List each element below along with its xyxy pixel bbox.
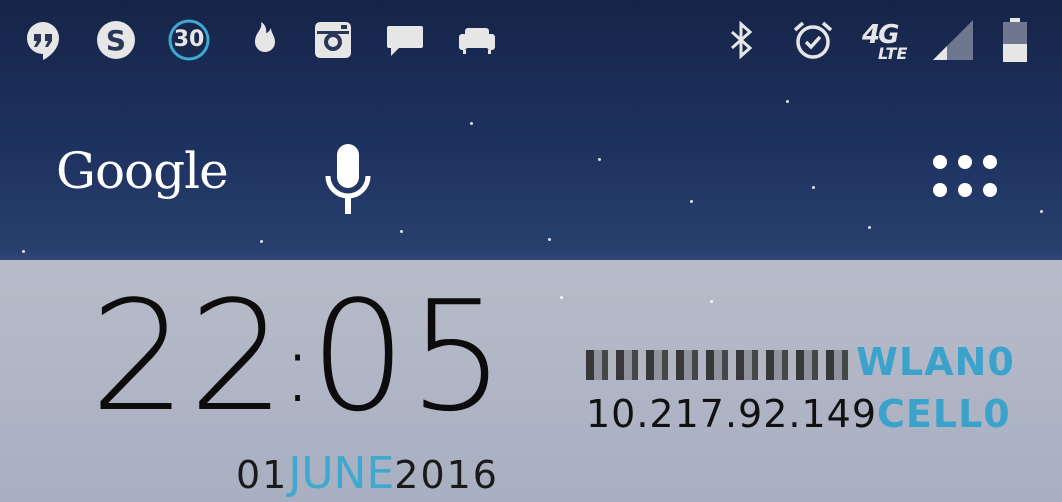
cell-ip: 10.217.92.149 — [586, 392, 878, 436]
instagram-icon — [308, 14, 358, 66]
skype-icon: S — [91, 14, 141, 66]
alarm-icon — [788, 14, 838, 66]
network-sub: LTE — [878, 44, 908, 63]
google-logo[interactable]: Google — [56, 142, 229, 200]
sofa-icon — [452, 14, 502, 66]
date-year: 2016 — [394, 453, 499, 497]
status-bar: S 30 4G LTE — [0, 0, 1062, 82]
date-month: JUNE — [288, 448, 395, 499]
redacted-wlan-ip — [586, 349, 856, 380]
wlan-row: WLAN0 — [586, 336, 1026, 388]
clock-hours: 22 — [90, 268, 288, 445]
svg-text:S: S — [106, 24, 126, 57]
microphone-icon[interactable] — [322, 142, 374, 224]
clock-minutes: 05 — [309, 268, 508, 445]
date-day: 01 — [236, 453, 289, 497]
star-on-panel — [560, 296, 563, 299]
bluetooth-icon — [716, 14, 766, 66]
star-on-panel — [710, 300, 713, 303]
cell-row: 10.217.92.149CELL0 — [586, 388, 1026, 440]
network-info-widget: WLAN0 10.217.92.149CELL0 — [586, 336, 1026, 440]
chat-icon — [380, 14, 430, 66]
tinder-icon — [236, 14, 286, 66]
4g-lte-icon: 4G LTE — [858, 14, 918, 66]
hangouts-icon — [18, 14, 68, 66]
google-search-bar[interactable]: Google — [0, 120, 1062, 230]
calendar-badge-number: 30 — [173, 27, 205, 52]
cell-label: CELL0 — [877, 392, 1011, 436]
app-drawer-icon[interactable] — [928, 150, 1006, 202]
date-line: 01JUNE2016 — [236, 452, 499, 498]
signal-icon — [928, 14, 978, 66]
calendar-badge-icon: 30 — [164, 14, 214, 66]
battery-icon — [990, 14, 1040, 66]
clock-widget[interactable]: 22:05 — [90, 281, 507, 443]
wlan-label: WLAN0 — [856, 340, 1015, 384]
